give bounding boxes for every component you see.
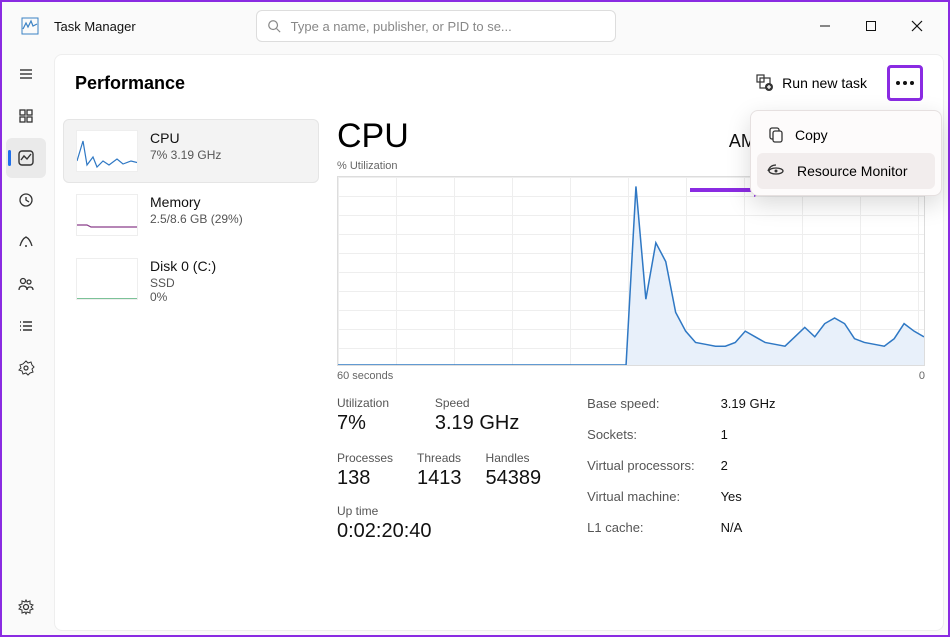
content-header: Performance Run new task [55, 55, 943, 111]
perf-item-memory[interactable]: Memory 2.5/8.6 GB (29%) [63, 183, 319, 247]
kv-value: 1 [721, 427, 776, 450]
stat-label: Speed [435, 396, 541, 410]
menu-item-label: Resource Monitor [797, 163, 908, 179]
kv-value: 2 [721, 458, 776, 481]
perf-item-cpu[interactable]: CPU 7% 3.19 GHz [63, 119, 319, 183]
nav-users[interactable] [6, 264, 46, 304]
kv-label: L1 cache: [587, 520, 694, 543]
uptime-value: 0:02:20:40 [337, 520, 541, 543]
app-icon [20, 16, 40, 36]
menu-item-copy[interactable]: Copy [757, 117, 935, 153]
cpu-chart [337, 176, 925, 366]
close-button[interactable] [894, 2, 940, 50]
stat-label: Utilization [337, 396, 411, 410]
menu-item-label: Copy [795, 127, 828, 143]
nav-processes[interactable] [6, 96, 46, 136]
perf-item-sub: SSD 0% [150, 276, 216, 304]
stat-label: Processes [337, 451, 393, 465]
chart-x-right: 0 [919, 370, 925, 382]
kv-label: Base speed: [587, 396, 694, 419]
kv-label: Virtual machine: [587, 489, 694, 512]
stat-label: Threads [417, 451, 462, 465]
nav-services[interactable] [6, 348, 46, 388]
minimize-button[interactable] [802, 2, 848, 50]
detail-title: CPU [337, 117, 409, 156]
nav-startup-apps[interactable] [6, 222, 46, 262]
nav-performance[interactable] [6, 138, 46, 178]
run-new-task-icon [756, 74, 774, 92]
nav-hamburger[interactable] [6, 54, 46, 94]
more-options-button[interactable] [887, 65, 923, 101]
app-title: Task Manager [54, 19, 136, 34]
kv-value: N/A [721, 520, 776, 543]
chart-x-axis: 60 seconds 0 [337, 370, 925, 382]
perf-item-disk0[interactable]: Disk 0 (C:) SSD 0% [63, 247, 319, 315]
copy-icon [767, 127, 783, 143]
kv-label: Sockets: [587, 427, 694, 450]
run-new-task-button[interactable]: Run new task [746, 68, 877, 98]
stat-value: 138 [337, 467, 393, 490]
kv-label: Virtual processors: [587, 458, 694, 481]
stat-label: Handles [486, 451, 542, 465]
nav-details[interactable] [6, 306, 46, 346]
window-controls [802, 2, 940, 50]
titlebar: Task Manager Type a name, publisher, or … [2, 2, 948, 50]
page-title: Performance [75, 73, 185, 94]
stat-value: 7% [337, 412, 411, 435]
uptime-label: Up time [337, 504, 541, 518]
performance-list: CPU 7% 3.19 GHz Memory 2.5/8.6 GB (29%) [55, 111, 327, 630]
more-icon [896, 81, 914, 85]
perf-item-sub: 7% 3.19 GHz [150, 148, 221, 162]
run-new-task-label: Run new task [782, 75, 867, 91]
search-icon [267, 19, 281, 33]
nav-app-history[interactable] [6, 180, 46, 220]
perf-item-name: CPU [150, 130, 221, 146]
perf-thumb-cpu [76, 130, 138, 172]
maximize-button[interactable] [848, 2, 894, 50]
stat-value: 3.19 GHz [435, 412, 541, 435]
menu-item-resource-monitor[interactable]: Resource Monitor [757, 153, 935, 189]
search-placeholder: Type a name, publisher, or PID to se... [291, 19, 512, 34]
perf-item-name: Disk 0 (C:) [150, 258, 216, 274]
chart-x-left: 60 seconds [337, 370, 393, 382]
stat-value: 54389 [486, 467, 542, 490]
stat-value: 1413 [417, 467, 462, 490]
kv-value: Yes [721, 489, 776, 512]
perf-item-name: Memory [150, 194, 243, 210]
resource-monitor-icon [767, 163, 785, 179]
perf-thumb-disk0 [76, 258, 138, 300]
search-input[interactable]: Type a name, publisher, or PID to se... [256, 10, 616, 42]
perf-item-sub: 2.5/8.6 GB (29%) [150, 212, 243, 226]
kv-value: 3.19 GHz [721, 396, 776, 419]
nav-rail [2, 50, 50, 635]
perf-thumb-memory [76, 194, 138, 236]
more-options-menu: Copy Resource Monitor [750, 110, 942, 196]
nav-settings[interactable] [6, 587, 46, 627]
